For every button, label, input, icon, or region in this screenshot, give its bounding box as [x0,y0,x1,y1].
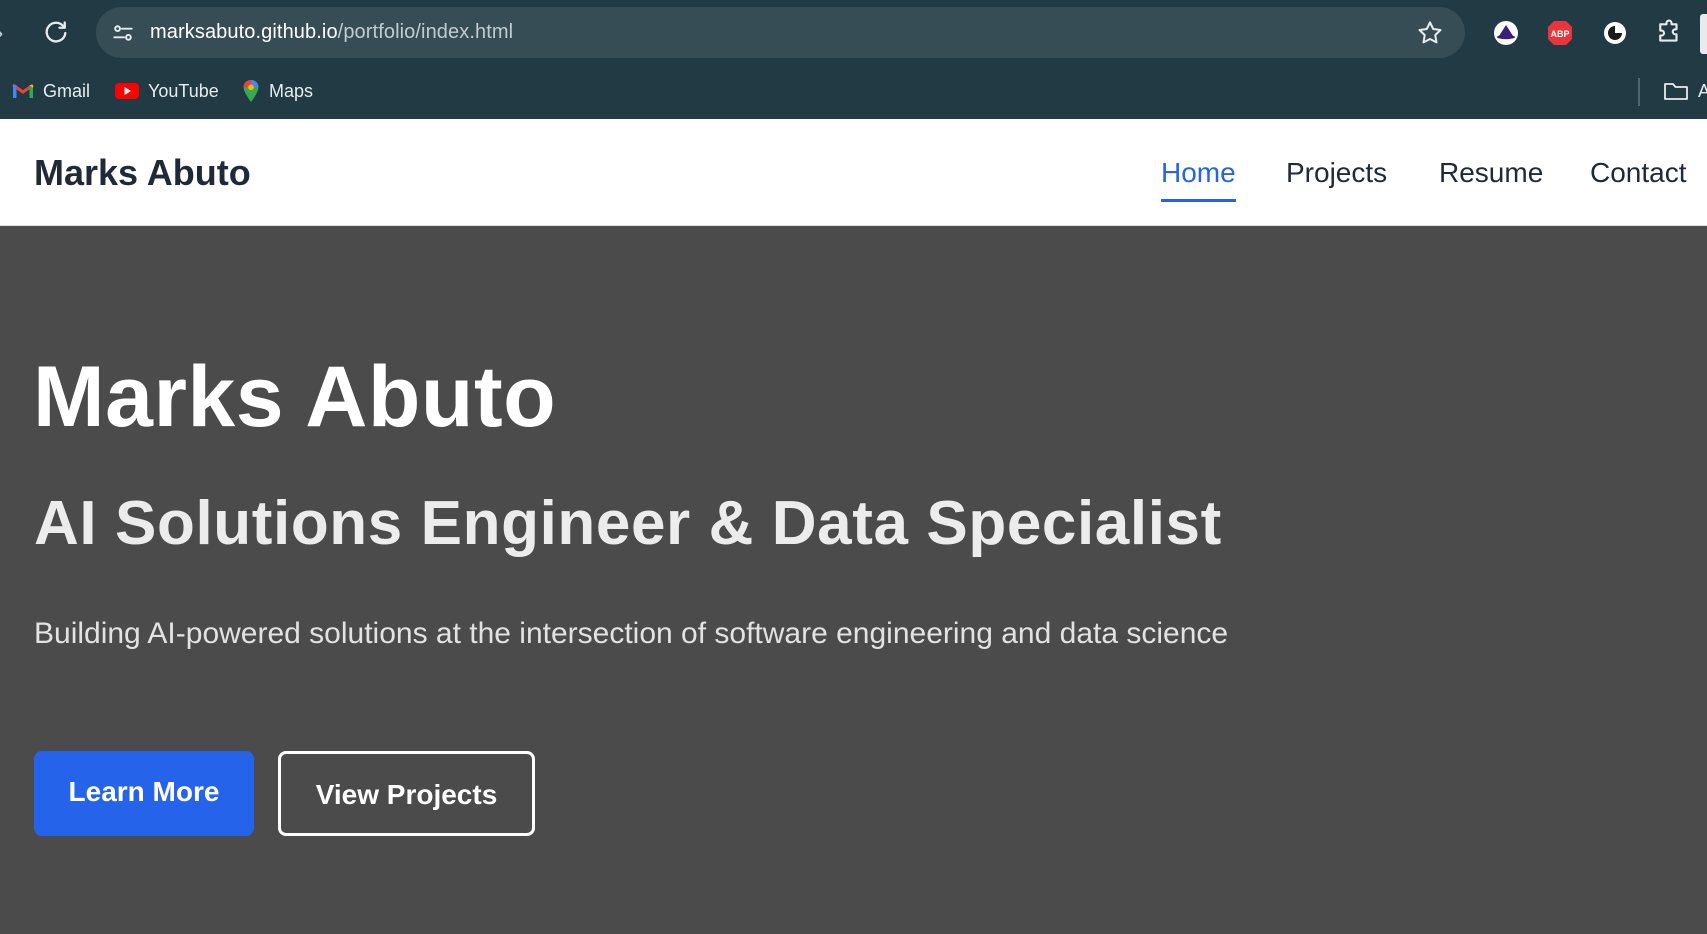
learn-more-button[interactable]: Learn More [34,751,254,836]
bookmark-label: Maps [269,81,314,101]
bookmark-youtube[interactable]: YouTube [115,76,219,106]
folder-icon [1664,83,1688,100]
hero-description: Building AI-powered solutions at the int… [34,617,1229,650]
bookmark-star-icon[interactable] [1415,18,1445,48]
address-bar[interactable]: marksabuto.github.io/portfolio/index.htm… [96,7,1465,58]
profile-edge[interactable] [1700,14,1707,54]
wizard-hat-extension-icon[interactable] [1491,18,1521,48]
forward-icon[interactable]: › [0,20,18,46]
url-text[interactable]: marksabuto.github.io/portfolio/index.htm… [150,7,513,58]
timer-extension-icon[interactable] [1600,18,1630,48]
site-header: Marks Abuto Home Projects Resume Contact [0,119,1707,226]
bookmark-folder[interactable]: A [1663,76,1707,106]
nav-resume[interactable]: Resume [1439,119,1543,226]
site-info-icon[interactable] [110,20,136,46]
hero-title: Marks Abuto [33,349,557,445]
bookmark-label: Gmail [43,81,91,101]
url-host: marksabuto.github.io [150,21,338,43]
youtube-icon [115,83,139,99]
bookmark-gmail[interactable]: Gmail [12,76,90,106]
browser-chrome: › marksabuto.github.io/portfolio/index.h… [0,0,1707,119]
hero-section: Marks Abuto AI Solutions Engineer & Data… [0,226,1707,934]
bookmark-maps[interactable]: Maps [242,76,313,106]
nav-home[interactable]: Home [1161,119,1236,226]
bookmark-folder-label: A [1698,81,1707,101]
gmail-icon [12,83,34,98]
abp-label: ABP [1550,29,1569,39]
adblock-plus-icon[interactable]: ABP [1545,18,1575,48]
view-projects-button[interactable]: View Projects [278,751,535,836]
url-path: /portfolio/index.html [337,21,514,43]
nav-contact[interactable]: Contact [1590,119,1687,226]
extensions-puzzle-icon[interactable] [1654,18,1684,48]
nav-projects[interactable]: Projects [1286,119,1387,226]
site-brand[interactable]: Marks Abuto [34,119,251,226]
hero-subtitle: AI Solutions Engineer & Data Specialist [34,489,1222,558]
bookmark-label: YouTube [148,81,219,101]
bookmarks-divider [1638,78,1640,106]
bookmarks-bar: Gmail YouTube Maps A [0,66,1707,119]
maps-icon [243,80,259,102]
browser-toolbar: › marksabuto.github.io/portfolio/index.h… [0,0,1707,66]
reload-icon[interactable] [42,19,70,47]
